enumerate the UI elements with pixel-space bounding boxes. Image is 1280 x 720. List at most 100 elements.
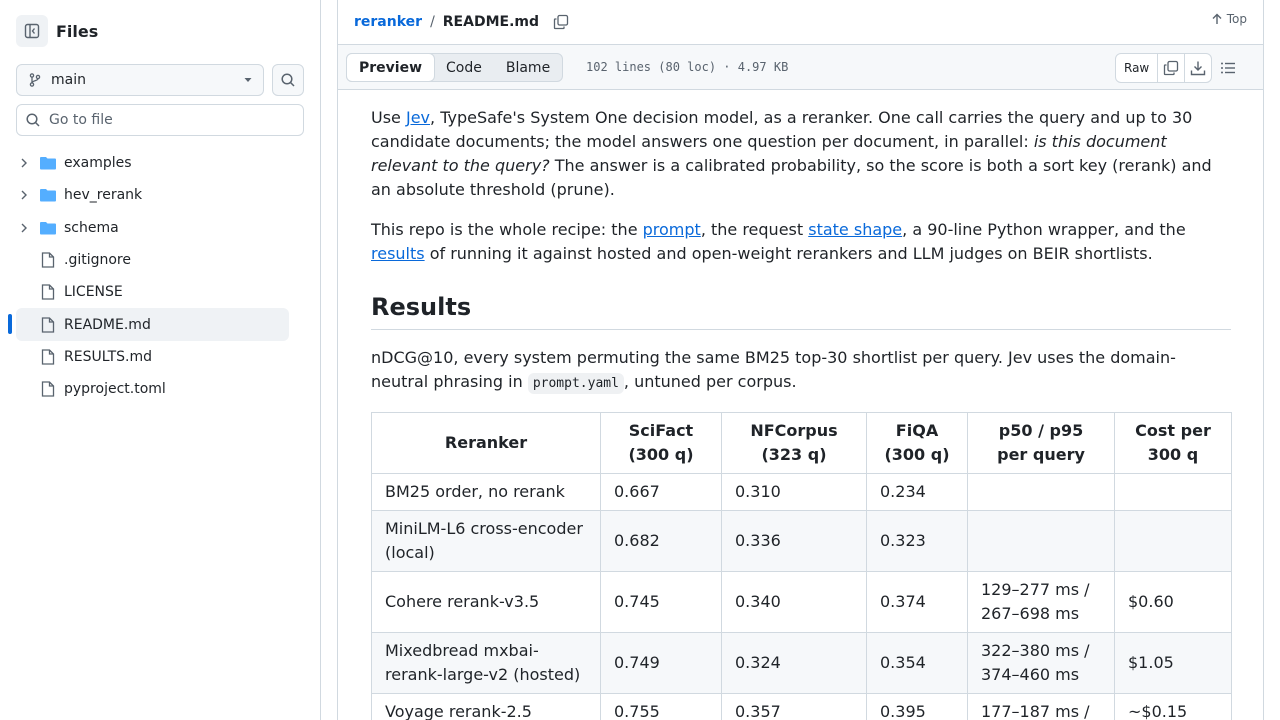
text: Use <box>371 108 406 127</box>
table-cell: 0.357 <box>721 693 867 720</box>
column-header-nfcorpus: NFCorpus (323 q) <box>721 412 867 474</box>
chevron-right-icon[interactable] <box>16 189 32 201</box>
table-cell: Voyage rerank-2.5 <box>371 693 601 720</box>
table-cell: 0.354 <box>866 632 968 694</box>
file-icon <box>40 316 56 333</box>
branch-name: main <box>51 72 86 88</box>
results-link[interactable]: results <box>371 244 425 263</box>
table-row: Cohere rerank-v3.5 0.745 0.340 0.374 129… <box>371 571 1232 633</box>
column-header-cost: Cost per 300 q <box>1114 412 1232 474</box>
list-unordered-icon <box>1221 62 1235 74</box>
table-cell <box>1114 473 1232 511</box>
text: , a 90-line Python wrapper, and the <box>902 220 1186 239</box>
breadcrumb-repo-link[interactable]: reranker <box>354 14 422 30</box>
table-cell: Cohere rerank-v3.5 <box>371 571 601 633</box>
file-tree: examples hev_rerank schema .gitignore LI… <box>8 147 289 405</box>
table-cell: 177–187 ms / <box>967 693 1115 720</box>
table-header-row: Reranker SciFact (300 q) NFCorpus (323 q) … <box>371 412 1232 474</box>
download-button[interactable] <box>1184 54 1211 82</box>
file-icon <box>40 349 56 365</box>
file-info: 102 lines (80 loc) · 4.97 KB <box>586 60 789 74</box>
column-header-scifact: SciFact (300 q) <box>600 412 722 474</box>
file-icon <box>40 284 56 300</box>
view-mode-segmented-control: Preview Code Blame <box>346 53 564 82</box>
table-cell: 0.667 <box>600 473 722 511</box>
results-description: nDCG@10, every system permuting the same… <box>371 346 1231 396</box>
chevron-right-icon[interactable] <box>16 157 32 169</box>
tree-item-pyproject[interactable]: pyproject.toml <box>16 373 289 405</box>
sidebar-header: Files <box>16 15 98 47</box>
table-cell: $0.60 <box>1114 571 1232 633</box>
table-cell: 0.340 <box>721 571 867 633</box>
copy-path-button[interactable] <box>553 14 569 30</box>
sidebar-collapse-icon <box>24 23 40 39</box>
table-cell: $1.05 <box>1114 632 1232 694</box>
tree-item-results[interactable]: RESULTS.md <box>16 341 289 373</box>
intro-paragraph: Use Jev, TypeSafe's System One decision … <box>371 106 1231 202</box>
prompt-yaml-code: prompt.yaml <box>527 373 624 394</box>
go-to-file-input[interactable]: Go to file <box>16 104 304 136</box>
folder-icon <box>40 188 56 202</box>
tree-item-label: LICENSE <box>64 284 123 301</box>
chevron-right-icon[interactable] <box>16 222 32 234</box>
table-cell <box>967 510 1115 572</box>
results-table: Reranker SciFact (300 q) NFCorpus (323 q) … <box>371 412 1232 720</box>
tree-item-hev-rerank[interactable]: hev_rerank <box>16 179 289 211</box>
table-cell: 0.374 <box>866 571 968 633</box>
branch-selector[interactable]: main <box>16 64 264 96</box>
git-branch-icon <box>29 73 41 87</box>
search-icon <box>26 113 40 127</box>
state-shape-link[interactable]: state shape <box>808 220 902 239</box>
tab-code[interactable]: Code <box>434 54 494 81</box>
breadcrumb-file-name: README.md <box>442 14 540 30</box>
table-cell: 0.234 <box>866 473 968 511</box>
tab-blame[interactable]: Blame <box>494 54 562 81</box>
sidebar-title: Files <box>56 21 99 41</box>
tree-item-label: .gitignore <box>64 252 131 269</box>
tree-item-label: examples <box>64 155 132 172</box>
tree-item-readme[interactable]: README.md <box>8 308 289 341</box>
tree-item-gitignore[interactable]: .gitignore <box>16 244 289 276</box>
table-cell: 0.395 <box>866 693 968 720</box>
table-cell: 0.682 <box>600 510 722 572</box>
table-row: Voyage rerank-2.5 0.755 0.357 0.395 177–… <box>371 693 1232 720</box>
table-row: MiniLM-L6 cross-encoder (local) 0.682 0.… <box>371 510 1232 572</box>
table-cell: ~$0.15 <box>1114 693 1232 720</box>
back-to-top-button[interactable]: Top <box>1211 12 1247 26</box>
table-row: BM25 order, no rerank 0.667 0.310 0.234 <box>371 473 1232 511</box>
tree-item-license[interactable]: LICENSE <box>16 276 289 308</box>
table-cell: 0.324 <box>721 632 867 694</box>
file-actions-group: Raw <box>1115 53 1213 83</box>
file-viewer: reranker / README.md Top Preview Code Bl… <box>337 0 1264 720</box>
file-toolbar: Preview Code Blame 102 lines (80 loc) · … <box>338 44 1263 90</box>
prompt-link[interactable]: prompt <box>643 220 701 239</box>
tree-item-examples[interactable]: examples <box>16 147 289 179</box>
copy-icon <box>553 14 569 30</box>
table-cell: 0.310 <box>721 473 867 511</box>
recipe-paragraph: This repo is the whole recipe: the promp… <box>371 218 1231 266</box>
raw-button[interactable]: Raw <box>1116 54 1157 82</box>
search-icon <box>281 73 295 87</box>
file-tree-sidebar: Files main Go to file examples hev_reran… <box>0 0 321 720</box>
file-icon <box>40 381 56 397</box>
tree-item-label: README.md <box>64 316 151 333</box>
table-cell: Mixedbread mxbai-rerank-large-v2 (hosted… <box>371 632 601 694</box>
search-files-button[interactable] <box>272 64 304 96</box>
breadcrumb: reranker / README.md <box>354 10 569 34</box>
folder-icon <box>40 221 56 235</box>
copy-raw-button[interactable] <box>1157 54 1184 82</box>
tab-preview[interactable]: Preview <box>346 53 436 82</box>
tree-item-schema[interactable]: schema <box>16 212 289 244</box>
table-cell: 0.745 <box>600 571 722 633</box>
go-to-file-placeholder: Go to file <box>49 112 113 128</box>
tree-item-label: hev_rerank <box>64 187 143 204</box>
table-row: Mixedbread mxbai-rerank-large-v2 (hosted… <box>371 632 1232 694</box>
jev-link[interactable]: Jev <box>406 108 430 127</box>
collapse-sidebar-button[interactable] <box>16 15 48 47</box>
text: of running it against hosted and open-we… <box>424 244 1153 263</box>
download-icon <box>1191 61 1206 76</box>
caret-down-icon <box>244 78 252 82</box>
tree-item-label: pyproject.toml <box>64 381 166 398</box>
outline-button[interactable] <box>1220 60 1236 76</box>
tree-item-label: schema <box>64 219 119 236</box>
